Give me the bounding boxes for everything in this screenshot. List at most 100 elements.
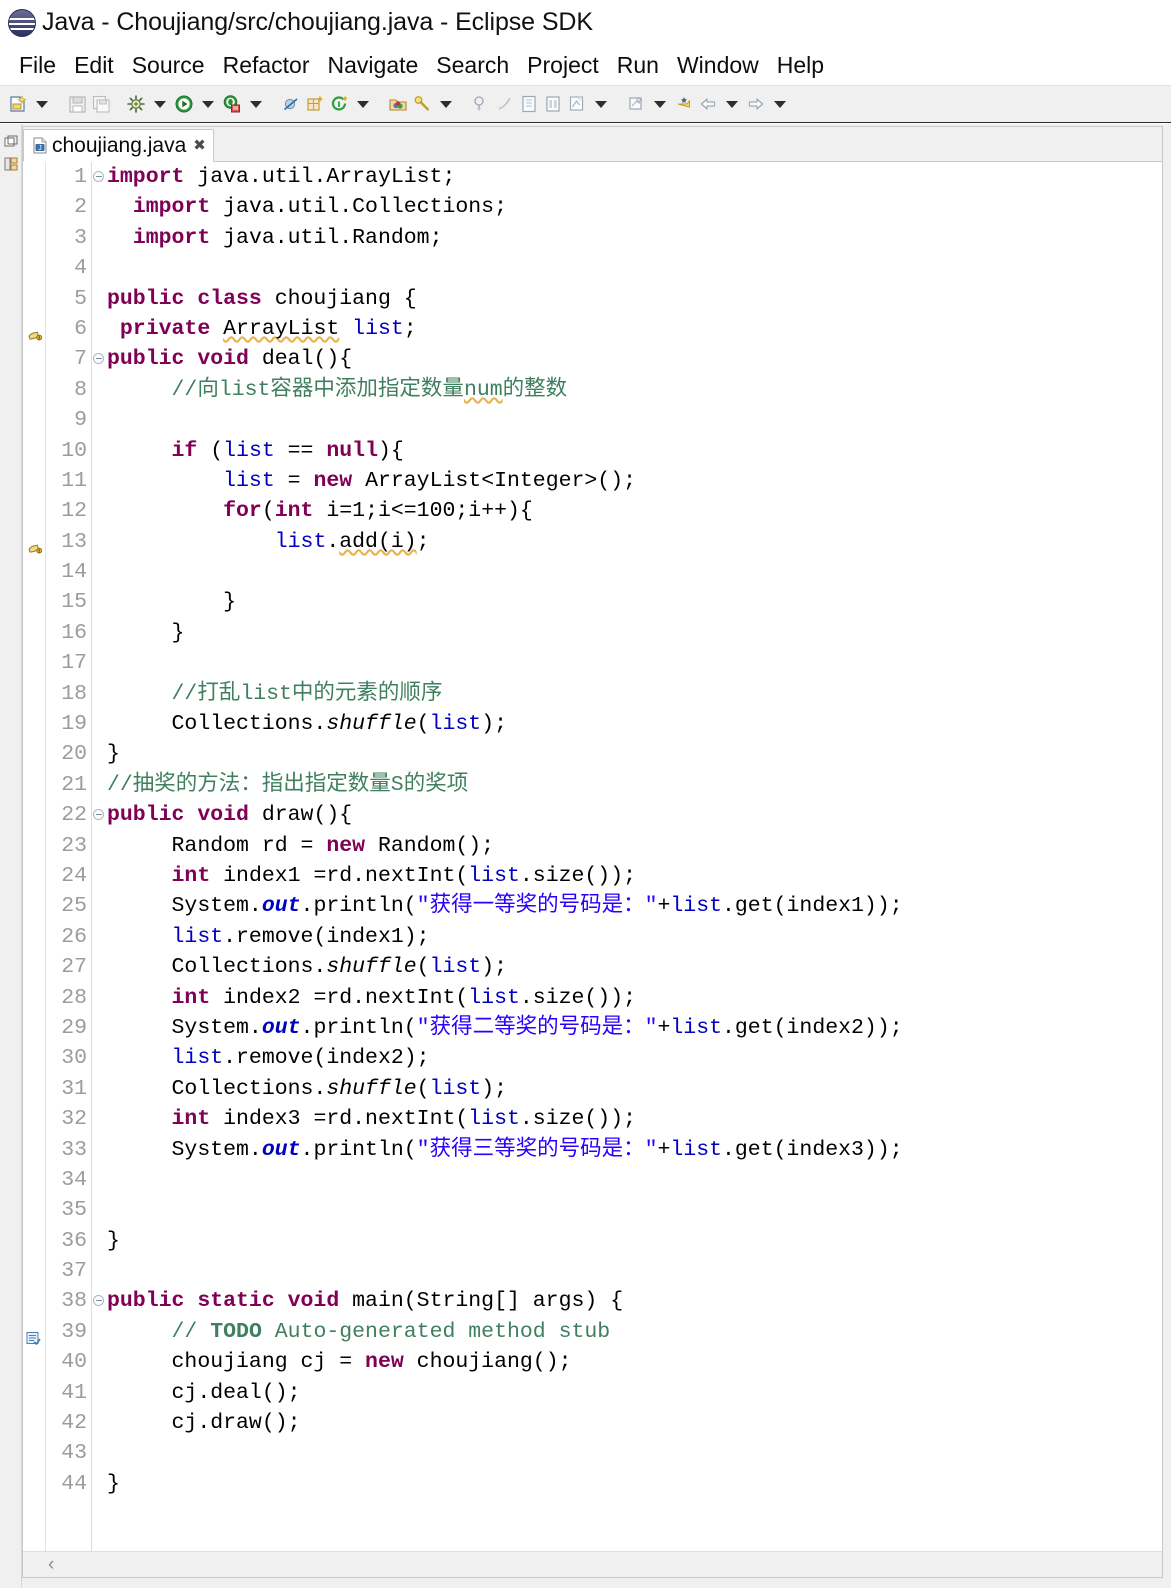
code-line[interactable]: } — [105, 587, 1162, 617]
close-icon[interactable]: ✖ — [193, 138, 206, 153]
marker-column[interactable] — [23, 162, 46, 1551]
code-line[interactable]: public void deal(){ — [105, 344, 1162, 374]
annotation-dropdown-arrow[interactable] — [352, 93, 374, 115]
code-line[interactable]: int index1 =rd.nextInt(list.size()); — [105, 861, 1162, 891]
menu-search[interactable]: Search — [427, 52, 518, 79]
menu-run[interactable]: Run — [608, 52, 668, 79]
last-edit-location-icon[interactable] — [625, 93, 647, 115]
code-line[interactable]: for(int i=1;i<=100;i++){ — [105, 496, 1162, 526]
code-line[interactable]: import java.util.Random; — [105, 223, 1162, 253]
code-line[interactable]: System.out.println("获得三等奖的号码是："+list.get… — [105, 1135, 1162, 1165]
collapse-fold-icon[interactable] — [93, 1295, 104, 1307]
code-line[interactable]: if (list == null){ — [105, 436, 1162, 466]
code-line[interactable]: } — [105, 1469, 1162, 1499]
code-text-area[interactable]: import java.util.ArrayList; import java.… — [105, 162, 1162, 1551]
code-line[interactable]: //向list容器中添加指定数量num的整数 — [105, 375, 1162, 405]
menu-project[interactable]: Project — [518, 52, 608, 79]
debug-icon[interactable] — [221, 93, 243, 115]
horizontal-scrollbar[interactable]: ‹ — [23, 1551, 1162, 1577]
code-line[interactable]: int index2 =rd.nextInt(list.size()); — [105, 983, 1162, 1013]
menu-window[interactable]: Window — [668, 52, 768, 79]
new-package-icon[interactable] — [304, 93, 326, 115]
code-line[interactable] — [105, 253, 1162, 283]
tab-choujiang-java[interactable]: J choujiang.java ✖ — [23, 129, 214, 162]
code-line[interactable]: //抽奖的方法：指出指定数量S的奖项 — [105, 770, 1162, 800]
show-whitespace-icon[interactable] — [542, 93, 564, 115]
code-line[interactable]: Collections.shuffle(list); — [105, 709, 1162, 739]
code-line[interactable]: public static void main(String[] args) { — [105, 1286, 1162, 1316]
collapse-fold-icon[interactable] — [93, 171, 104, 182]
code-line[interactable]: System.out.println("获得一等奖的号码是："+list.get… — [105, 891, 1162, 921]
code-line[interactable] — [105, 405, 1162, 435]
code-line[interactable]: Random rd = new Random(); — [105, 831, 1162, 861]
code-line[interactable]: // TODO Auto-generated method stub — [105, 1317, 1162, 1347]
build-all-icon[interactable] — [125, 93, 147, 115]
code-line[interactable] — [105, 1438, 1162, 1468]
code-line[interactable]: list.add(i); — [105, 527, 1162, 557]
save-all-icon[interactable] — [90, 93, 112, 115]
code-line[interactable]: list.remove(index1); — [105, 922, 1162, 952]
search-icon[interactable] — [411, 93, 433, 115]
open-type-icon[interactable] — [387, 93, 409, 115]
code-line[interactable]: cj.draw(); — [105, 1408, 1162, 1438]
package-explorer-icon[interactable] — [2, 154, 20, 174]
code-line[interactable]: cj.deal(); — [105, 1378, 1162, 1408]
save-icon[interactable] — [66, 93, 88, 115]
run-dropdown-arrow[interactable] — [197, 93, 219, 115]
new-annotation-icon[interactable] — [328, 93, 350, 115]
search-dropdown-arrow[interactable] — [435, 93, 457, 115]
code-line[interactable]: Collections.shuffle(list); — [105, 952, 1162, 982]
code-line[interactable]: import java.util.Collections; — [105, 192, 1162, 222]
restore-perspective-icon[interactable] — [2, 132, 20, 152]
last-edit-dropdown-arrow[interactable] — [649, 93, 671, 115]
code-line[interactable] — [105, 648, 1162, 678]
code-line[interactable]: //打乱list中的元素的顺序 — [105, 679, 1162, 709]
new-wizard-icon[interactable] — [7, 93, 29, 115]
code-token: .get(index3)); — [722, 1137, 903, 1162]
scroll-left-icon[interactable]: ‹ — [48, 1555, 54, 1574]
code-line[interactable] — [105, 557, 1162, 587]
code-line[interactable] — [105, 1195, 1162, 1225]
code-line[interactable]: int index3 =rd.nextInt(list.size()); — [105, 1104, 1162, 1134]
skip-breakpoints-icon[interactable] — [280, 93, 302, 115]
code-line[interactable]: public class choujiang { — [105, 284, 1162, 314]
toggle-mark-occurrences-icon[interactable] — [566, 93, 588, 115]
code-line[interactable]: } — [105, 618, 1162, 648]
fold-cell — [92, 192, 105, 222]
menu-help[interactable]: Help — [768, 52, 833, 79]
menu-navigate[interactable]: Navigate — [319, 52, 428, 79]
debug-dropdown-arrow[interactable] — [245, 93, 267, 115]
forward-icon[interactable] — [745, 93, 767, 115]
code-line[interactable]: choujiang cj = new choujiang(); — [105, 1347, 1162, 1377]
code-line[interactable]: private ArrayList list; — [105, 314, 1162, 344]
code-line[interactable] — [105, 1256, 1162, 1286]
code-line[interactable]: list.remove(index2); — [105, 1043, 1162, 1073]
folding-column[interactable] — [92, 162, 105, 1551]
back-icon[interactable] — [697, 93, 719, 115]
forward-dropdown-arrow[interactable] — [769, 93, 791, 115]
code-line[interactable]: } — [105, 739, 1162, 769]
menu-refactor[interactable]: Refactor — [214, 52, 319, 79]
previous-annotation-icon[interactable] — [494, 93, 516, 115]
code-line[interactable]: System.out.println("获得二等奖的号码是："+list.get… — [105, 1013, 1162, 1043]
code-line[interactable]: list = new ArrayList<Integer>(); — [105, 466, 1162, 496]
collapse-fold-icon[interactable] — [93, 809, 104, 821]
code-line[interactable]: public void draw(){ — [105, 800, 1162, 830]
toggle-block-selection-icon[interactable] — [518, 93, 540, 115]
code-line[interactable] — [105, 1165, 1162, 1195]
code-line[interactable]: } — [105, 1226, 1162, 1256]
back-dropdown-arrow[interactable] — [721, 93, 743, 115]
menu-source[interactable]: Source — [123, 52, 214, 79]
menu-edit[interactable]: Edit — [65, 52, 123, 79]
build-dropdown-arrow[interactable] — [149, 93, 171, 115]
code-token: list — [468, 863, 520, 888]
new-wizard-dropdown-arrow[interactable] — [31, 93, 53, 115]
code-line[interactable]: import java.util.ArrayList; — [105, 162, 1162, 192]
menu-file[interactable]: File — [10, 52, 65, 79]
run-icon[interactable] — [173, 93, 195, 115]
pin-editor-icon[interactable] — [673, 93, 695, 115]
editor-dropdown-arrow[interactable] — [590, 93, 612, 115]
next-annotation-icon[interactable] — [470, 93, 492, 115]
collapse-fold-icon[interactable] — [93, 353, 104, 365]
code-line[interactable]: Collections.shuffle(list); — [105, 1074, 1162, 1104]
